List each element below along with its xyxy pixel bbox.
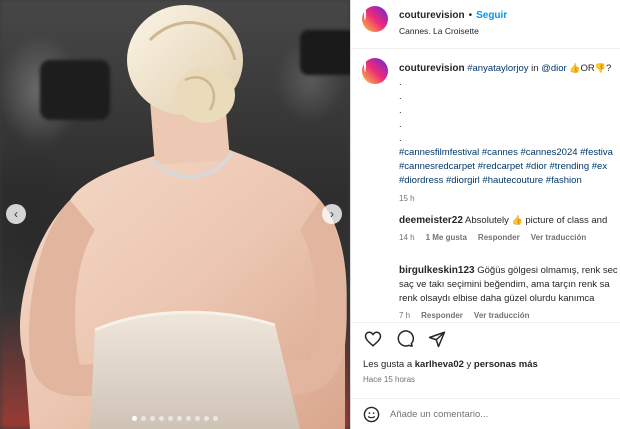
comment-icon	[397, 330, 414, 347]
commenter-avatar[interactable]	[362, 261, 386, 285]
thumbs-down-icon: 👎	[594, 64, 606, 74]
caption-text: ?	[606, 63, 612, 74]
author-avatar[interactable]	[362, 6, 388, 32]
avatar-image	[364, 7, 366, 20]
send-icon	[428, 331, 446, 348]
commenter-username[interactable]: birgulkeskin123	[399, 265, 475, 276]
post-sidebar: couturevision • Seguir Cannes. La Croise…	[350, 0, 620, 429]
slide-dot	[150, 416, 155, 421]
caption-dot-line: .	[399, 119, 402, 130]
comment-input[interactable]	[390, 408, 590, 420]
slide-dot	[195, 416, 200, 421]
thumbs-up-icon: 👍	[569, 64, 581, 74]
slide-dot	[141, 416, 146, 421]
caption-dot-line: .	[399, 77, 402, 88]
comment-button[interactable]	[394, 328, 416, 350]
caption-dot-line: .	[399, 133, 402, 144]
mention-link[interactable]: @dior	[541, 63, 567, 74]
hashtag-line[interactable]: #cannesredcarpet #redcarpet #dior #trend…	[399, 160, 620, 174]
slide-dot	[213, 416, 218, 421]
author-username[interactable]: couturevision	[399, 10, 465, 21]
post-header: couturevision • Seguir Cannes. La Croise…	[351, 0, 620, 49]
slide-dot	[159, 416, 164, 421]
caption-dot-line: .	[399, 91, 402, 102]
caption-text: in	[528, 63, 542, 74]
avatar-image	[364, 59, 366, 72]
reply-button[interactable]: Responder	[478, 231, 520, 245]
post-timestamp[interactable]: Hace 15 horas	[363, 375, 415, 384]
slide-dot	[132, 416, 137, 421]
caption-text: OR	[580, 63, 595, 74]
thumbs-up-icon: 👍	[511, 216, 523, 226]
caption-time[interactable]: 15 h	[399, 192, 620, 206]
commenter-avatar[interactable]	[362, 211, 386, 235]
comment-time[interactable]: 14 h	[399, 231, 415, 245]
post-photo	[20, 5, 347, 429]
separator-dot: •	[468, 10, 473, 21]
caption-username[interactable]: couturevision	[399, 63, 465, 74]
caption-first-line: couturevision #anyataylorjoy in @dior 👍O…	[399, 62, 620, 76]
comment-likes[interactable]: 1 Me gusta	[426, 231, 467, 245]
post-media[interactable]: ‹ ›	[0, 0, 350, 429]
liker-username[interactable]: karlheva02	[415, 359, 464, 370]
caption-dot-line: .	[399, 105, 402, 116]
chevron-right-icon: ›	[330, 207, 334, 221]
heart-icon	[364, 331, 382, 347]
like-button[interactable]	[362, 328, 384, 350]
next-slide-button[interactable]: ›	[322, 204, 342, 224]
comments-list[interactable]: couturevision #anyataylorjoy in @dior 👍O…	[351, 50, 620, 322]
post-dialog: ‹ › couturevision • Seguir Cannes. La Cr…	[0, 0, 620, 429]
comment-time[interactable]: 7 h	[399, 309, 410, 322]
likes-prefix: Les gusta a	[363, 359, 415, 370]
previous-slide-button[interactable]: ‹	[6, 204, 26, 224]
comment-text: saç ve takı seçimini beğendim, ama tarçı…	[399, 279, 610, 290]
commenter-username[interactable]: deemeister22	[399, 215, 463, 226]
likes-summary: Les gusta a karlheva02 y personas más	[363, 359, 538, 370]
others-likes-link[interactable]: personas más	[474, 359, 538, 370]
post-location[interactable]: Cannes. La Croisette	[399, 26, 507, 36]
hashtag-line[interactable]: #diordress #diorgirl #hautecouture #fash…	[399, 174, 620, 188]
comment-text: renk olsaydı elbise daha güzel olurdu ka…	[399, 293, 595, 304]
chevron-left-icon: ‹	[14, 207, 18, 221]
comment-text: picture of class and	[522, 215, 608, 226]
comment-text: Absolutely	[462, 215, 512, 226]
follow-button[interactable]: Seguir	[476, 10, 507, 21]
slide-dot	[177, 416, 182, 421]
likes-mid: y	[463, 359, 474, 370]
comment-text: Göğüs gölgesi olmamış, renk sec	[474, 265, 618, 276]
share-button[interactable]	[426, 328, 448, 350]
slide-dot	[186, 416, 191, 421]
reply-button[interactable]: Responder	[421, 309, 463, 322]
post-actions: Les gusta a karlheva02 y personas más Ha…	[351, 322, 620, 398]
slide-indicator	[0, 416, 350, 421]
translate-button[interactable]: Ver traducción	[531, 231, 587, 245]
add-comment-bar	[351, 398, 620, 429]
slide-dot	[204, 416, 209, 421]
emoji-icon[interactable]	[363, 406, 380, 423]
hashtag-link[interactable]: #anyataylorjoy	[467, 63, 528, 74]
translate-button[interactable]: Ver traducción	[474, 309, 530, 322]
caption-avatar[interactable]	[362, 58, 388, 84]
slide-dot	[168, 416, 173, 421]
hashtag-line[interactable]: #cannesfilmfestival #cannes #cannes2024 …	[399, 146, 620, 160]
